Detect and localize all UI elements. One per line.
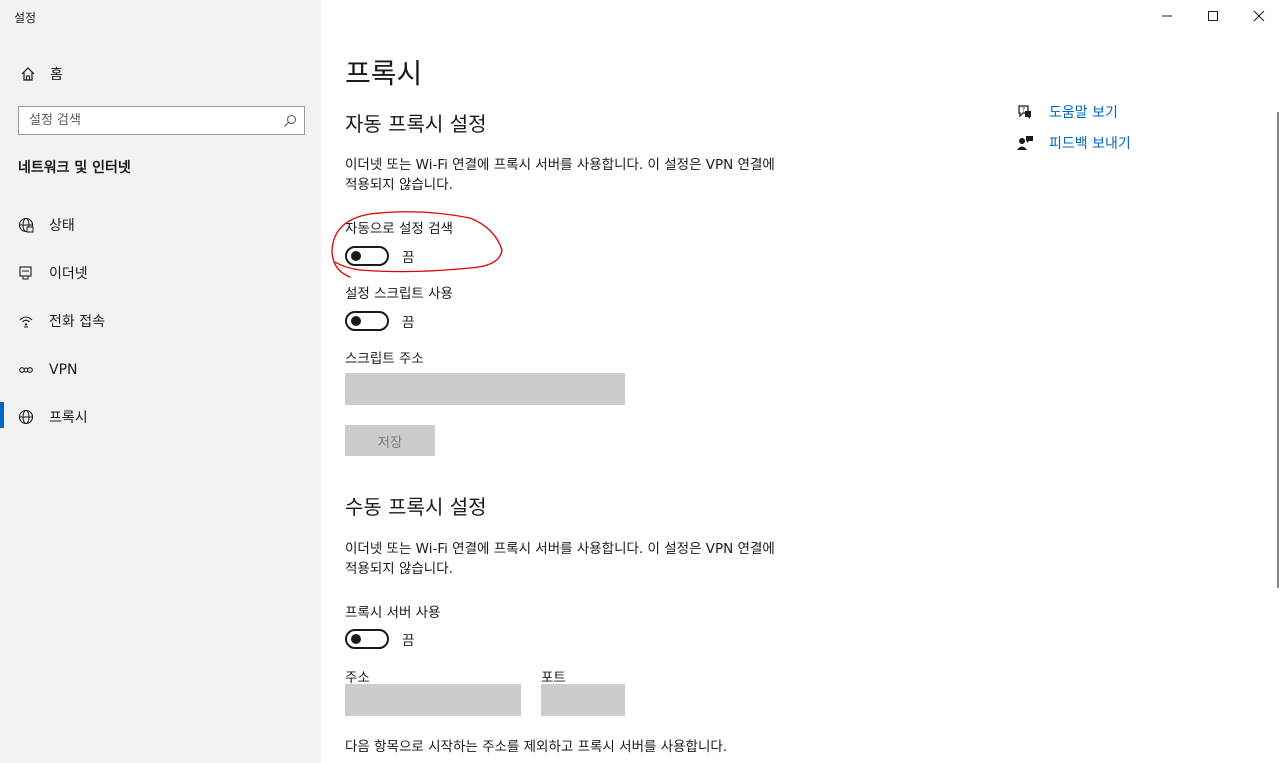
sidebar-item-label: 상태 xyxy=(49,218,75,234)
main-content: 프록시 자동 프록시 설정 이더넷 또는 Wi-Fi 연결에 프록시 서버를 사… xyxy=(321,0,1282,763)
vpn-icon xyxy=(16,360,36,380)
svg-text:?: ? xyxy=(1022,107,1025,114)
use-proxy-row: 끔 xyxy=(345,629,414,649)
scrollbar[interactable] xyxy=(1277,112,1279,588)
setup-script-row: 끔 xyxy=(345,311,414,331)
dial-up-icon xyxy=(16,311,36,331)
setup-script-toggle[interactable] xyxy=(345,311,389,331)
close-button[interactable] xyxy=(1236,0,1282,32)
search-box[interactable] xyxy=(18,106,305,135)
sidebar-item-label: 이더넷 xyxy=(49,266,88,282)
sidebar-item-ethernet[interactable]: 이더넷 xyxy=(0,253,321,293)
sidebar-item-label: VPN xyxy=(49,362,78,378)
help-chat-icon: ? xyxy=(1015,102,1035,122)
sidebar-item-dialup[interactable]: 전화 접속 xyxy=(0,301,321,341)
auto-proxy-heading: 자동 프록시 설정 xyxy=(345,112,487,136)
auto-proxy-description: 이더넷 또는 Wi-Fi 연결에 프록시 서버를 사용합니다. 이 설정은 VP… xyxy=(345,157,775,193)
minimize-icon xyxy=(1162,15,1172,17)
feedback-icon xyxy=(1015,133,1035,153)
page-title: 프록시 xyxy=(345,57,423,90)
section-title: 네트워크 및 인터넷 xyxy=(18,160,131,176)
proxy-port-label: 포트 xyxy=(541,670,566,686)
use-proxy-label: 프록시 서버 사용 xyxy=(345,605,441,621)
auto-detect-row: 끔 xyxy=(345,246,414,266)
manual-proxy-heading: 수동 프록시 설정 xyxy=(345,495,487,519)
exclusion-description: 다음 항목으로 시작하는 주소를 제외하고 프록시 서버를 사용합니다. xyxy=(345,739,728,755)
save-button: 저장 xyxy=(345,425,435,456)
window-controls xyxy=(1144,0,1282,32)
help-link-label[interactable]: 도움말 보기 xyxy=(1049,102,1118,122)
globe-status-icon xyxy=(16,215,36,235)
home-label: 홈 xyxy=(50,67,63,83)
minimize-button[interactable] xyxy=(1144,0,1190,32)
sidebar-item-vpn[interactable]: VPN xyxy=(0,350,321,390)
home-button[interactable]: 홈 xyxy=(18,63,63,85)
feedback-link[interactable]: 피드백 보내기 xyxy=(1015,133,1131,153)
proxy-port-field xyxy=(541,684,625,716)
proxy-address-field xyxy=(345,684,521,716)
home-icon xyxy=(18,64,38,84)
toggle-knob xyxy=(351,634,361,644)
script-address-field xyxy=(345,373,625,405)
toggle-knob xyxy=(351,316,361,326)
maximize-icon xyxy=(1208,11,1218,21)
globe-icon xyxy=(16,407,36,427)
close-icon xyxy=(1253,10,1265,22)
feedback-link-label[interactable]: 피드백 보내기 xyxy=(1049,133,1131,153)
manual-proxy-description: 이더넷 또는 Wi-Fi 연결에 프록시 서버를 사용합니다. 이 설정은 VP… xyxy=(345,541,775,577)
maximize-button[interactable] xyxy=(1190,0,1236,32)
toggle-knob xyxy=(351,251,361,261)
auto-detect-state: 끔 xyxy=(402,250,415,266)
proxy-address-label: 주소 xyxy=(345,670,370,686)
app-title: 설정 xyxy=(14,11,37,25)
sidebar-item-proxy[interactable]: 프록시 xyxy=(0,397,321,437)
setup-script-label: 설정 스크립트 사용 xyxy=(345,286,453,302)
sidebar: 설정 홈 네트워크 및 인터넷 상태 이더넷 전화 접속 VP xyxy=(0,0,321,763)
use-proxy-state: 끔 xyxy=(402,633,415,649)
auto-detect-label: 자동으로 설정 검색 xyxy=(345,221,453,237)
script-address-label: 스크립트 주소 xyxy=(345,351,424,367)
search-icon[interactable] xyxy=(278,109,302,133)
search-input[interactable] xyxy=(29,113,278,128)
ethernet-icon xyxy=(16,263,36,283)
auto-detect-toggle[interactable] xyxy=(345,246,389,266)
sidebar-item-label: 프록시 xyxy=(49,410,88,426)
sidebar-item-status[interactable]: 상태 xyxy=(0,205,321,245)
sidebar-item-label: 전화 접속 xyxy=(49,314,105,330)
setup-script-state: 끔 xyxy=(402,315,415,331)
use-proxy-toggle[interactable] xyxy=(345,629,389,649)
help-link[interactable]: ? 도움말 보기 xyxy=(1015,102,1118,122)
